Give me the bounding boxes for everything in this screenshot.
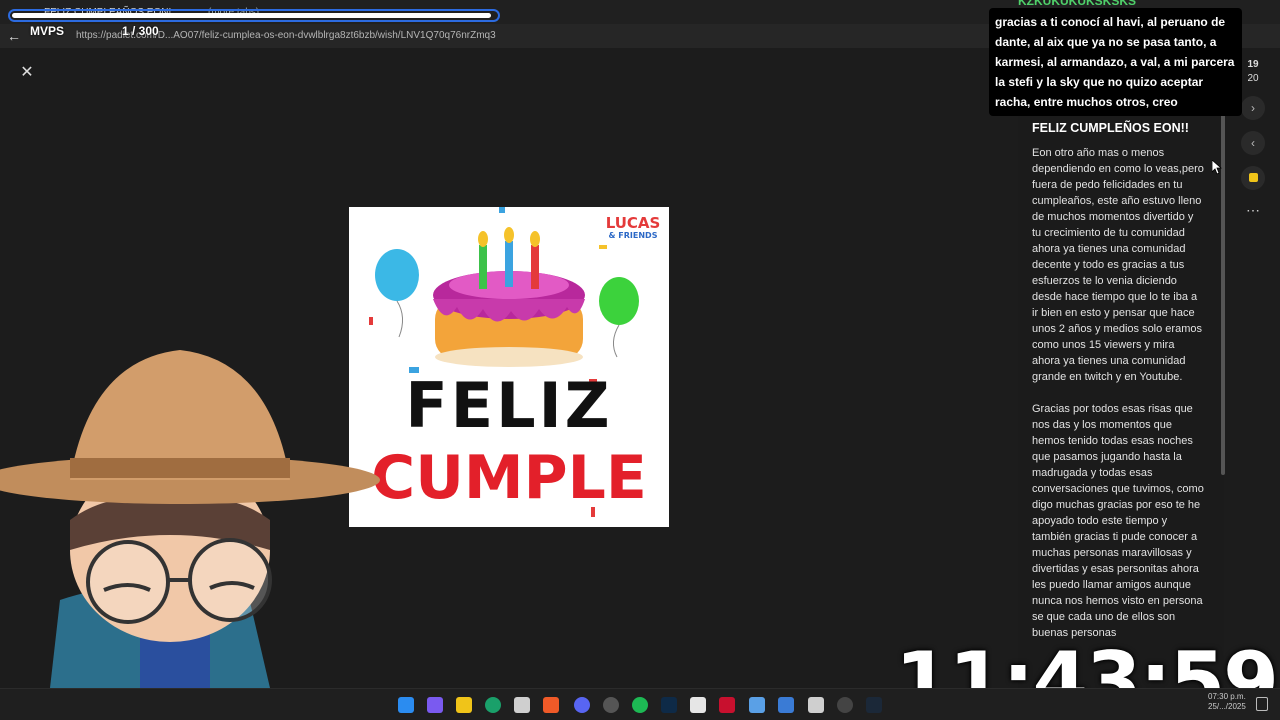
edge-browser-icon[interactable] bbox=[485, 697, 501, 713]
system-tray-clock[interactable]: 07:30 p.m. 25/.../2025 bbox=[1208, 692, 1246, 712]
windows-start-icon[interactable] bbox=[398, 697, 414, 713]
notepad-icon[interactable] bbox=[749, 697, 765, 713]
brave-icon[interactable] bbox=[543, 697, 559, 713]
spotify-icon[interactable] bbox=[632, 697, 648, 713]
post-paragraph-2: Gracias por todos esas risas que nos das… bbox=[1032, 403, 1204, 639]
media-player-icon[interactable] bbox=[837, 697, 853, 713]
vegas-icon[interactable] bbox=[719, 697, 735, 713]
post-body: Eon otro año mas o menos dependiendo en … bbox=[1032, 145, 1204, 657]
sticky-note-icon[interactable] bbox=[1241, 166, 1265, 190]
lucas-friends-logo: LUCAS & FRIENDS bbox=[605, 214, 661, 240]
calculator-icon[interactable] bbox=[808, 697, 824, 713]
panel-scrollbar[interactable] bbox=[1221, 70, 1225, 475]
overlay-count: 1 / 300 bbox=[122, 24, 159, 38]
post-paragraph-1: Eon otro año mas o menos dependiendo en … bbox=[1032, 147, 1204, 383]
prev-post-button[interactable]: ‹ bbox=[1241, 131, 1265, 155]
progress-bar bbox=[8, 9, 500, 22]
rail-date: 19 20 bbox=[1240, 58, 1266, 86]
chat-message: gracias a ti conocí al havi, al peruano … bbox=[995, 15, 1235, 109]
next-post-button[interactable]: › bbox=[1241, 96, 1265, 120]
store-icon[interactable] bbox=[514, 697, 530, 713]
notification-icon[interactable] bbox=[1256, 697, 1268, 711]
close-icon[interactable]: ✕ bbox=[18, 64, 36, 82]
discord-icon[interactable] bbox=[574, 697, 590, 713]
post-title: FELIZ CUMPLEÑOS EON!! bbox=[1032, 121, 1189, 135]
image-app-icon[interactable] bbox=[778, 697, 794, 713]
overlay-title: MVPS bbox=[30, 24, 65, 38]
streamer-avatar bbox=[0, 350, 380, 688]
mouse-cursor-icon bbox=[1212, 160, 1222, 175]
rail-date-num: 20 bbox=[1247, 73, 1259, 84]
copilot-icon[interactable] bbox=[427, 697, 443, 713]
chat-username: KZKUKUKUKSKSKS bbox=[1018, 0, 1137, 8]
obs-icon[interactable] bbox=[603, 697, 619, 713]
back-arrow-icon[interactable]: ← bbox=[6, 28, 22, 44]
rail-date-day: 19 bbox=[1247, 59, 1259, 70]
tray-time: 07:30 p.m. bbox=[1208, 692, 1246, 701]
file-explorer-icon[interactable] bbox=[456, 697, 472, 713]
progress-fill bbox=[12, 13, 491, 18]
photoshop-icon[interactable] bbox=[661, 697, 677, 713]
app-icon[interactable] bbox=[690, 697, 706, 713]
more-options-icon[interactable]: ⋯ bbox=[1242, 202, 1264, 219]
tray-date: 25/.../2025 bbox=[1208, 702, 1246, 711]
steam-icon[interactable] bbox=[866, 697, 882, 713]
